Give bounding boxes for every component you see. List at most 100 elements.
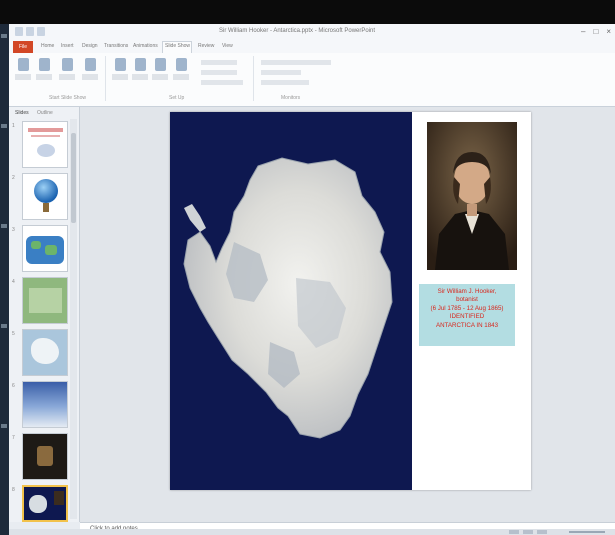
map-land [31, 241, 41, 249]
antarctica-map-graphic [170, 112, 412, 490]
thumb-title [28, 128, 63, 132]
caption-line: ANTARCTICA IN 1843 [435, 321, 499, 329]
setup-icon [114, 58, 126, 71]
window-title: Sir William Hooker - Antarctica.pptx - M… [219, 28, 376, 34]
strip-mark [1, 34, 7, 38]
portrait-graphic [427, 122, 517, 270]
tab-design[interactable]: Design [82, 43, 98, 49]
group-label: Set Up [169, 95, 185, 101]
antarctica-satellite-image[interactable] [170, 112, 412, 490]
scrollbar-thumb[interactable] [71, 133, 76, 223]
zoom-slider[interactable] [569, 531, 605, 533]
slide-thumbnail-1[interactable] [22, 121, 68, 168]
hide-slide-icon [134, 58, 146, 71]
tab-slides[interactable]: Slides [15, 110, 29, 116]
play-current-icon [38, 58, 50, 71]
slide-thumbnail-7[interactable] [22, 433, 68, 480]
slide-thumbnail-3[interactable] [22, 225, 68, 272]
button-label-line [112, 74, 128, 80]
slides-panel: Slides Outline 1 2 3 4 5 6 7 8 [9, 107, 80, 522]
globe-stand [43, 203, 49, 212]
tab-animations[interactable]: Animations [133, 43, 158, 49]
tab-slide-show[interactable]: Slide Show [165, 43, 190, 49]
broadcast-button[interactable] [59, 58, 75, 80]
hide-slide-button[interactable] [132, 58, 148, 80]
play-narrations-checkbox[interactable] [201, 60, 237, 65]
caption-line: botanist [456, 296, 478, 304]
slide-thumbnail-6[interactable] [22, 381, 68, 428]
slide-number: 6 [12, 383, 15, 389]
thumb-graphic [37, 144, 55, 157]
maximize-button[interactable]: □ [593, 27, 598, 36]
close-button[interactable]: × [606, 27, 611, 36]
current-slide[interactable]: Sir William J. Hooker, botanist (6 Jul 1… [170, 112, 531, 490]
button-label-line [36, 74, 52, 80]
tab-review[interactable]: Review [198, 43, 214, 49]
strip-mark [1, 124, 7, 128]
show-on-dropdown[interactable] [261, 70, 301, 75]
reading-view-icon[interactable] [537, 530, 547, 534]
ribbon: Start Slide Show Set Up Monitors [9, 53, 615, 107]
slides-scrollbar[interactable] [70, 119, 77, 519]
use-timings-checkbox[interactable] [201, 70, 237, 75]
thumb-portrait [54, 491, 64, 505]
show-media-controls-checkbox[interactable] [201, 80, 243, 85]
caption-textbox[interactable]: Sir William J. Hooker, botanist (6 Jul 1… [419, 284, 515, 346]
slide-number: 7 [12, 435, 15, 441]
status-bar [9, 529, 615, 535]
rehearse-timings-button[interactable] [152, 58, 168, 80]
custom-show-button[interactable] [82, 58, 98, 80]
hooker-portrait-image[interactable] [427, 122, 517, 270]
strip-mark [1, 424, 7, 428]
strip-mark [1, 324, 7, 328]
slide-number: 3 [12, 227, 15, 233]
record-icon [175, 58, 187, 71]
screen-left-strip [0, 24, 9, 535]
group-label: Start Slide Show [49, 95, 86, 101]
slide-thumbnail-4[interactable] [22, 277, 68, 324]
button-label-line [15, 74, 31, 80]
tab-outline[interactable]: Outline [37, 110, 53, 116]
slide-editing-canvas: Sir William J. Hooker, botanist (6 Jul 1… [80, 107, 615, 522]
tab-insert[interactable]: Insert [61, 43, 74, 49]
slide-number: 1 [12, 123, 15, 129]
tab-transitions[interactable]: Transitions [104, 43, 128, 49]
thumb-image [29, 288, 62, 313]
from-beginning-button[interactable] [15, 58, 31, 80]
thumb-subtitle [31, 135, 60, 137]
ribbon-tabs: File Home Insert Design Transitions Anim… [9, 41, 615, 53]
normal-view-icon[interactable] [509, 530, 519, 534]
broadcast-icon [61, 58, 73, 71]
button-label-line [59, 74, 75, 80]
set-up-show-button[interactable] [112, 58, 128, 80]
resolution-dropdown[interactable] [261, 60, 331, 65]
play-icon [17, 58, 29, 71]
slide-number: 4 [12, 279, 15, 285]
button-label-line [132, 74, 148, 80]
presenter-view-checkbox[interactable] [261, 80, 309, 85]
save-icon[interactable] [15, 27, 23, 36]
slide-thumbnail-5[interactable] [22, 329, 68, 376]
thumb-image [37, 446, 53, 466]
redo-icon[interactable] [37, 27, 45, 36]
caption-line: Sir William J. Hooker, [437, 288, 497, 295]
title-bar: Sir William Hooker - Antarctica.pptx - M… [9, 24, 615, 42]
caption-line: (6 Jul 1785 - 12 Aug 1865) [430, 304, 504, 312]
tab-file[interactable]: File [13, 41, 33, 53]
record-show-button[interactable] [173, 58, 189, 80]
slide-thumbnail-8-selected[interactable] [22, 485, 68, 522]
custom-show-icon [84, 58, 96, 71]
minimize-button[interactable]: – [581, 27, 585, 36]
tab-home[interactable]: Home [41, 43, 54, 49]
slide-thumbnail-2[interactable] [22, 173, 68, 220]
quick-access-toolbar [15, 27, 45, 36]
ribbon-separator [105, 56, 106, 101]
tab-view[interactable]: View [222, 43, 233, 49]
powerpoint-window: Sir William Hooker - Antarctica.pptx - M… [9, 24, 615, 535]
slide-number: 2 [12, 175, 15, 181]
slide-sorter-icon[interactable] [523, 530, 533, 534]
button-label-line [82, 74, 98, 80]
globe-icon [34, 179, 58, 203]
undo-icon[interactable] [26, 27, 34, 36]
from-current-slide-button[interactable] [36, 58, 52, 80]
